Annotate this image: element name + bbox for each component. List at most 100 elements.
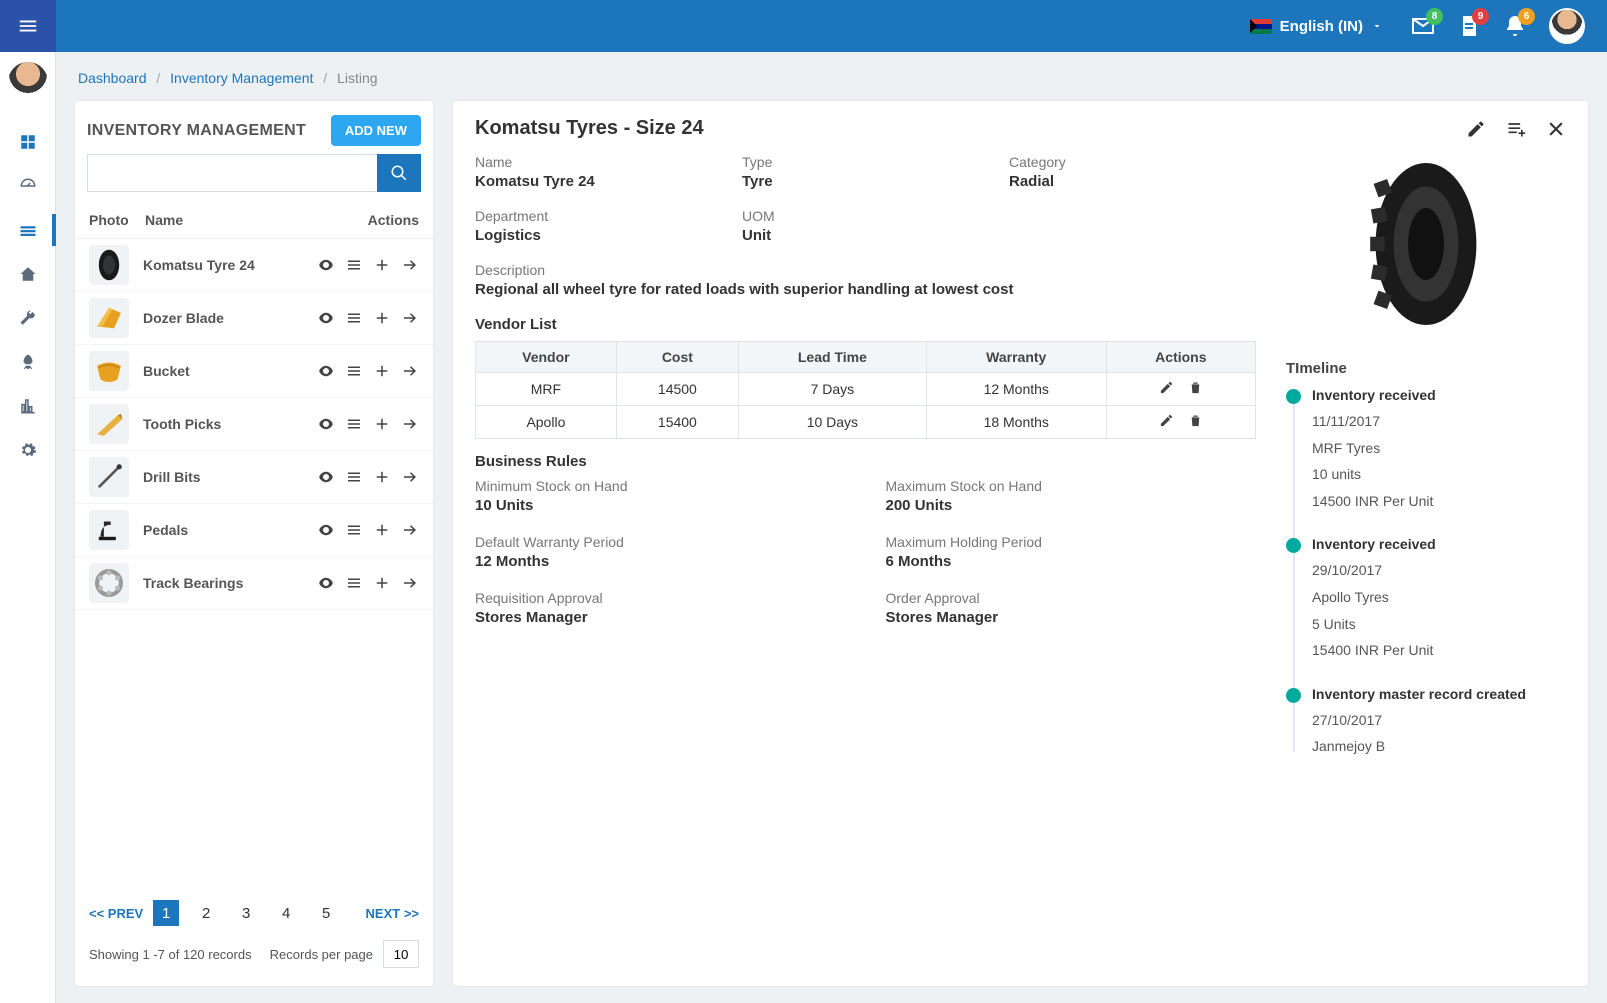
view-action[interactable] [317,256,335,274]
pager-page[interactable]: 2 [193,900,219,926]
go-action[interactable] [401,256,419,274]
view-action[interactable] [317,309,335,327]
rail-reports[interactable] [0,384,56,428]
dept-value: Logistics [475,227,722,244]
add-action[interactable] [373,574,391,592]
vendor-delete[interactable] [1188,380,1203,398]
list-item[interactable]: Pedals [75,504,433,557]
vcol-vendor: Vendor [476,342,617,373]
vendor-edit[interactable] [1159,380,1174,398]
list-action[interactable] [345,521,363,539]
list-item[interactable]: Bucket [75,345,433,398]
vendor-delete[interactable] [1188,413,1203,431]
vendor-edit[interactable] [1159,413,1174,431]
list-item[interactable]: Drill Bits [75,451,433,504]
item-name: Pedals [129,522,317,538]
add-action[interactable] [373,521,391,539]
view-action[interactable] [317,415,335,433]
list-action[interactable] [345,256,363,274]
item-thumb [89,563,129,603]
rpp-label: Records per page [270,947,373,962]
pager-page[interactable]: 1 [153,900,179,926]
alerts-badge: 6 [1518,8,1535,25]
list-item[interactable]: Dozer Blade [75,292,433,345]
go-action[interactable] [401,415,419,433]
list-action[interactable] [345,468,363,486]
locale-selector[interactable]: English (IN) [1240,18,1393,35]
add-to-list-button[interactable] [1506,119,1526,139]
add-action[interactable] [373,468,391,486]
list-item[interactable]: Komatsu Tyre 24 [75,239,433,292]
item-name: Track Bearings [129,575,317,591]
vcol-cost: Cost [616,342,738,373]
breadcrumb-inventory[interactable]: Inventory Management [170,70,313,86]
rail-settings[interactable] [0,428,56,472]
list-item[interactable]: Tooth Picks [75,398,433,451]
add-action[interactable] [373,309,391,327]
view-action[interactable] [317,574,335,592]
rail-apps[interactable] [0,120,56,164]
timeline-line: 29/10/2017 [1312,557,1566,584]
search-button[interactable] [377,154,421,192]
rail-dashboard[interactable] [0,164,56,208]
inventory-list-panel: INVENTORY MANAGEMENT ADD NEW Photo Name … [74,100,434,987]
rail-avatar[interactable] [8,62,48,102]
list-action[interactable] [345,574,363,592]
nav-rail [0,52,56,1003]
timeline-line: 15400 INR Per Unit [1312,637,1566,664]
list-action[interactable] [345,415,363,433]
desc-value: Regional all wheel tyre for rated loads … [475,281,1256,298]
rail-home[interactable] [0,252,56,296]
add-action[interactable] [373,256,391,274]
pager-prev[interactable]: << PREV [89,906,143,921]
docs-button[interactable]: 9 [1457,14,1481,38]
messages-button[interactable]: 8 [1411,14,1435,38]
vendor-warranty: 12 Months [926,373,1106,406]
pager-page[interactable]: 5 [313,900,339,926]
list-item[interactable]: Track Bearings [75,557,433,610]
timeline-heading: TImeline [1286,360,1566,377]
menu-toggle[interactable] [0,0,56,52]
hold-label: Maximum Holding Period [886,534,1257,550]
rail-launch[interactable] [0,340,56,384]
close-button[interactable] [1546,119,1566,139]
edit-button[interactable] [1466,119,1486,139]
pencil-icon [1466,119,1486,139]
vendor-cost: 15400 [616,406,738,439]
pager: << PREV 12345 NEXT >> [89,900,419,926]
rules-heading: Business Rules [475,453,1256,470]
go-action[interactable] [401,309,419,327]
view-action[interactable] [317,521,335,539]
ord-value: Stores Manager [886,609,1257,626]
item-name: Dozer Blade [129,310,317,326]
col-name: Name [145,212,299,228]
view-action[interactable] [317,362,335,380]
add-action[interactable] [373,362,391,380]
timeline-dot-icon [1286,688,1301,703]
profile-avatar[interactable] [1549,8,1585,44]
list-action[interactable] [345,362,363,380]
pager-page[interactable]: 3 [233,900,259,926]
go-action[interactable] [401,468,419,486]
rail-inventory[interactable] [0,208,56,252]
go-action[interactable] [401,574,419,592]
category-value: Radial [1009,173,1256,190]
rpp-input[interactable] [383,940,419,968]
timeline-line: 11/11/2017 [1312,408,1566,435]
timeline-item: Inventory received11/11/2017MRF Tyres10 … [1312,387,1566,514]
add-action[interactable] [373,415,391,433]
add-new-button[interactable]: ADD NEW [331,115,421,146]
top-bar: English (IN) 8 9 6 [0,0,1607,52]
view-action[interactable] [317,468,335,486]
search-input[interactable] [87,154,377,192]
rail-maintenance[interactable] [0,296,56,340]
alerts-button[interactable]: 6 [1503,14,1527,38]
pager-page[interactable]: 4 [273,900,299,926]
pager-next[interactable]: NEXT >> [366,906,419,921]
breadcrumb-dashboard[interactable]: Dashboard [78,70,147,86]
list-action[interactable] [345,309,363,327]
go-action[interactable] [401,362,419,380]
go-action[interactable] [401,521,419,539]
detail-title: Komatsu Tyres - Size 24 [475,117,704,140]
vendor-lead: 10 Days [738,406,926,439]
